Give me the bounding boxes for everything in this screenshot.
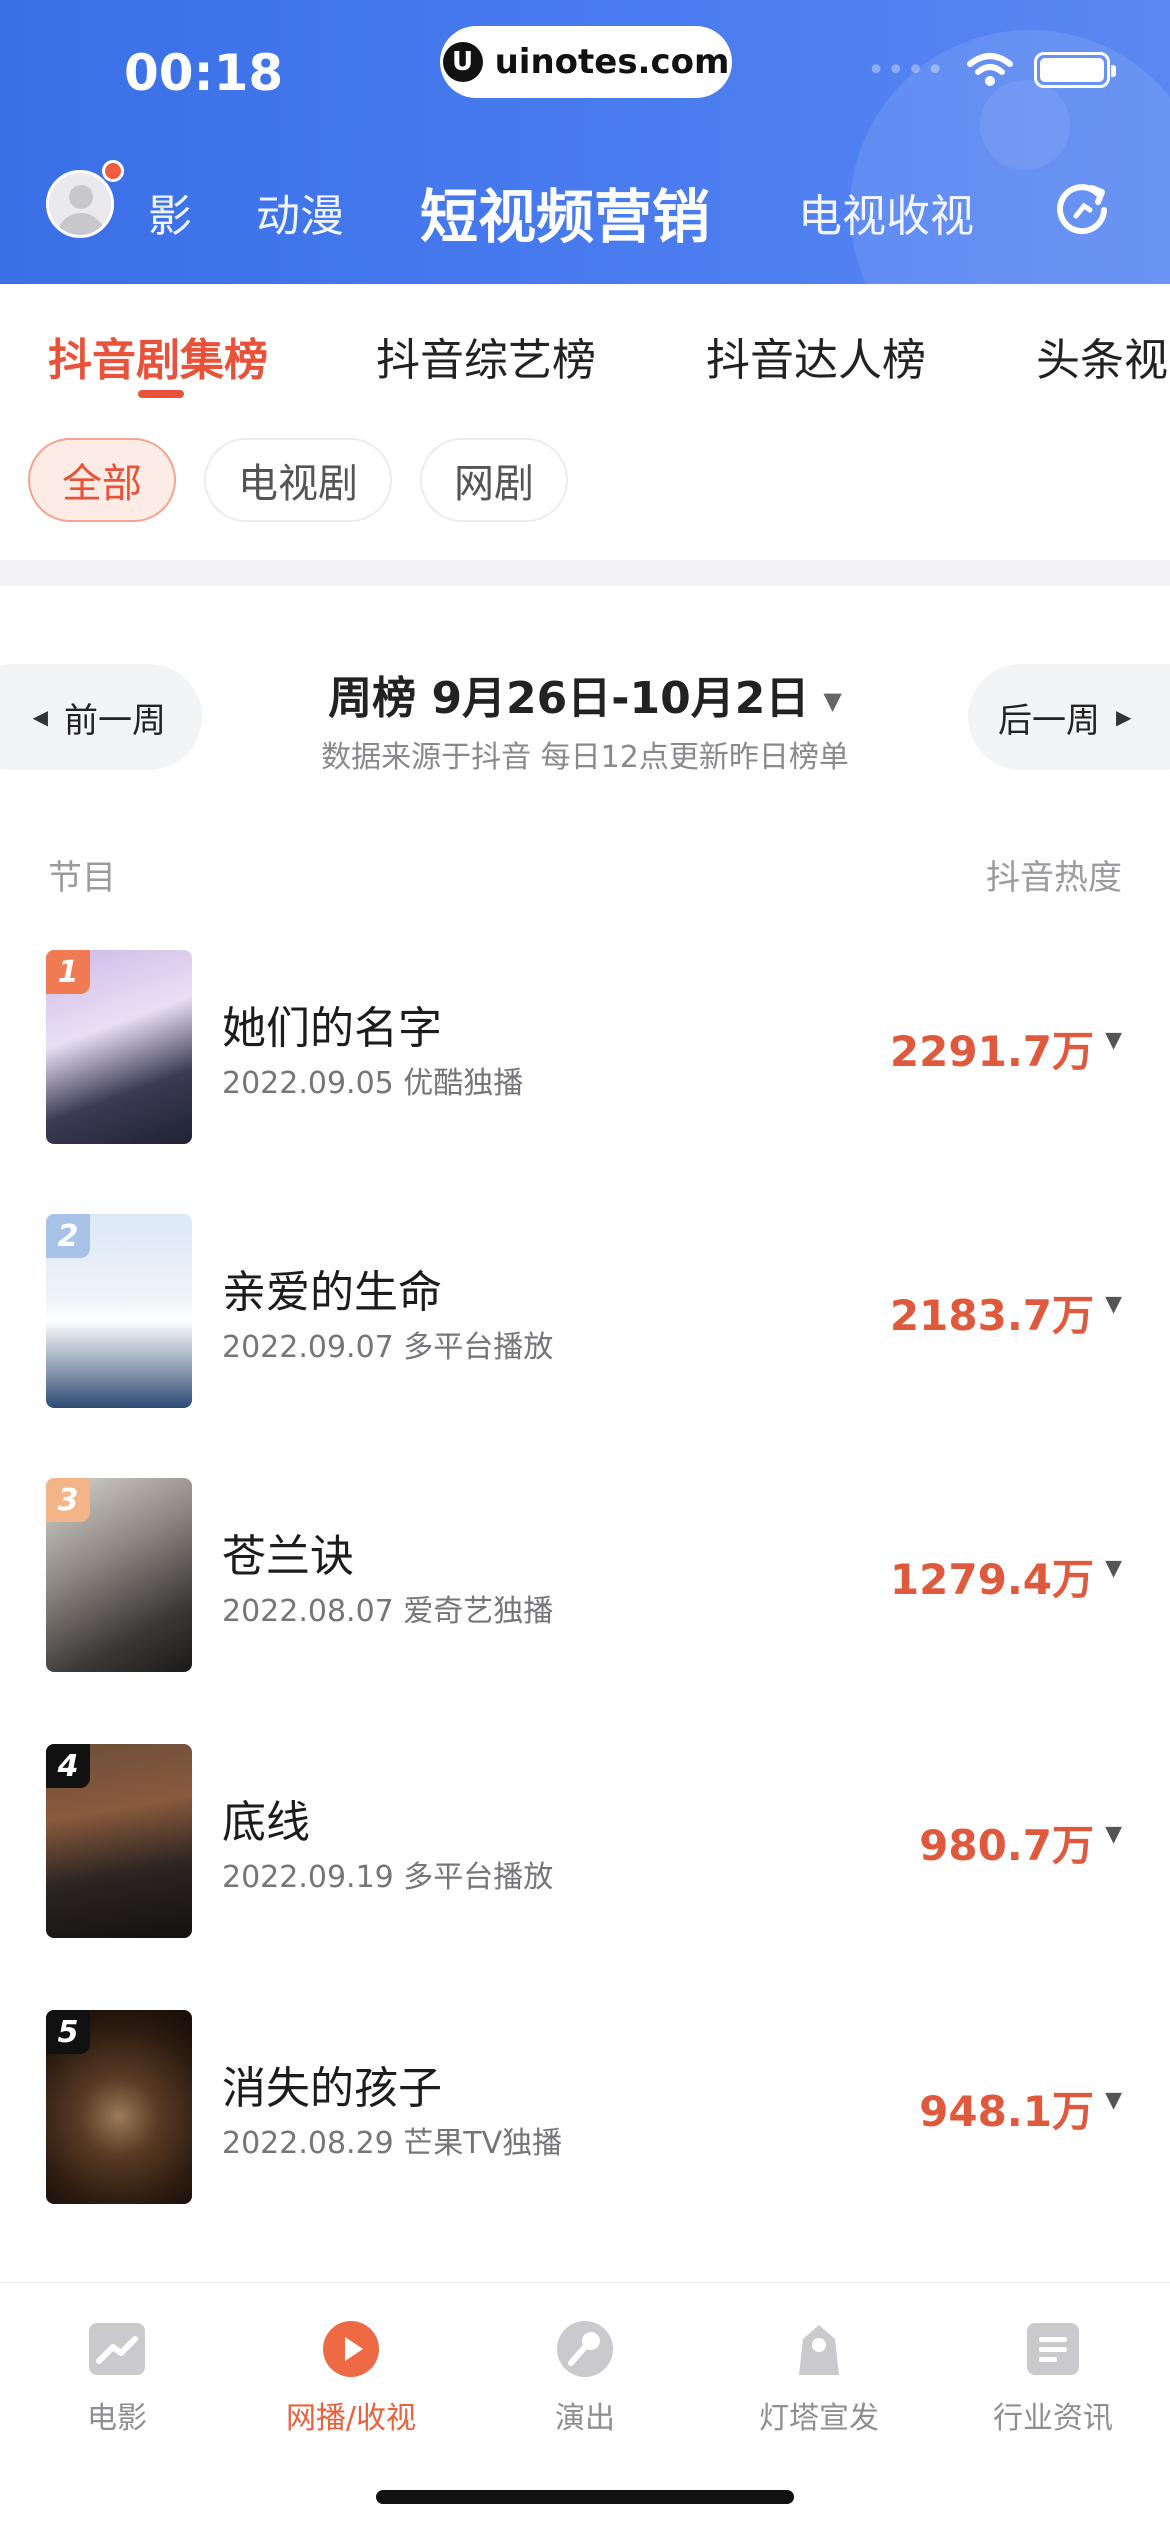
list-item[interactable]: 1 她们的名字 2022.09.05 优酷独播 2291.7万 ▼ (0, 950, 1170, 1214)
chip-web-series[interactable]: 网剧 (420, 438, 568, 522)
program-meta: 2022.08.29 芒果TV独播 (222, 2126, 563, 2161)
lighthouse-icon (799, 2325, 839, 2375)
bottom-tab-movie[interactable]: 电影 (0, 2319, 234, 2437)
url-text: uinotes.com (494, 42, 730, 82)
program-meta: 2022.09.07 多平台播放 (222, 1330, 554, 1365)
avatar[interactable] (46, 170, 114, 238)
film-reel-hole (980, 80, 1070, 170)
bottom-tab-label: 电影 (87, 2401, 147, 2436)
program-meta: 2022.09.05 优酷独播 (222, 1066, 524, 1101)
week-title-text: 周榜 9月26日-10月2日 (328, 673, 810, 724)
poster-image: 1 (46, 950, 192, 1144)
bottom-tab-label: 演出 (555, 2401, 615, 2436)
chip-tv-series[interactable]: 电视剧 (204, 438, 392, 522)
list-item[interactable]: 2 亲爱的生命 2022.09.07 多平台播放 2183.7万 ▼ (0, 1214, 1170, 1478)
news-icon (1027, 2323, 1079, 2375)
nav-item-short-video-marketing[interactable]: 短视频营销 (420, 170, 710, 254)
nav-item-film[interactable]: 影 (148, 180, 192, 244)
tab-douyin-variety[interactable]: 抖音综艺榜 (376, 324, 596, 388)
heat-value: 2183.7万 (889, 1291, 1094, 1340)
heat-value: 2291.7万 (889, 1027, 1094, 1076)
bottom-tab-shows[interactable]: 演出 (468, 2319, 702, 2437)
tab-douyin-drama[interactable]: 抖音剧集榜 (48, 324, 268, 388)
battery-icon (1034, 52, 1116, 88)
list-item[interactable]: 3 苍兰诀 2022.08.07 爱奇艺独播 1279.4万 ▼ (0, 1478, 1170, 1742)
wifi-icon (967, 53, 1013, 86)
heat-value: 948.1万 (919, 2087, 1094, 2136)
expand-caret-icon[interactable]: ▼ (1105, 1292, 1122, 1317)
chip-all[interactable]: 全部 (28, 438, 176, 522)
rank-badge: 4 (46, 1744, 90, 1788)
active-tab-indicator (138, 390, 184, 398)
program-meta: 2022.08.07 爱奇艺独播 (222, 1594, 554, 1629)
movie-chart-icon (89, 2323, 145, 2375)
poster-image: 4 (46, 1744, 192, 1938)
expand-caret-icon[interactable]: ▼ (1105, 2088, 1122, 2113)
poster-image: 5 (46, 2010, 192, 2204)
status-time: 00:18 (124, 44, 284, 102)
expand-caret-icon[interactable]: ▼ (1105, 1822, 1122, 1847)
bottom-tab-label: 灯塔宣发 (759, 2401, 879, 2436)
poster-image: 3 (46, 1478, 192, 1672)
rank-badge: 3 (46, 1478, 90, 1522)
caret-right-icon: ▶ (1116, 705, 1132, 729)
expand-caret-icon[interactable]: ▼ (1105, 1556, 1122, 1581)
program-title: 底线 (222, 1797, 310, 1848)
heat-value: 980.7万 (919, 1821, 1094, 1870)
filter-chips: 全部 电视剧 网剧 (28, 438, 568, 522)
program-title: 她们的名字 (222, 1003, 442, 1054)
program-title: 苍兰诀 (222, 1531, 354, 1582)
refresh-icon[interactable] (1054, 180, 1112, 238)
tab-douyin-influencer[interactable]: 抖音达人榜 (706, 324, 926, 388)
list-item[interactable]: 4 底线 2022.09.19 多平台播放 980.7万 ▼ (0, 1744, 1170, 2008)
bottom-tab-news[interactable]: 行业资讯 (936, 2319, 1170, 2437)
expand-caret-icon[interactable]: ▼ (1105, 1028, 1122, 1053)
chevron-down-icon: ▼ (823, 687, 842, 715)
program-title: 亲爱的生命 (222, 1267, 442, 1318)
notification-dot (102, 160, 124, 182)
rank-badge: 5 (46, 2010, 90, 2054)
nav-item-tv-ratings[interactable]: 电视收视 (798, 180, 974, 244)
status-indicators: •••• (867, 52, 1116, 88)
play-icon (323, 2321, 379, 2377)
rank-badge: 2 (46, 1214, 90, 1258)
url-pill: U uinotes.com (440, 26, 732, 98)
column-header-program: 节目 (48, 858, 116, 898)
next-week-label: 后一周 (998, 700, 1100, 741)
signal-icon: •••• (867, 52, 946, 88)
list-item[interactable]: 5 消失的孩子 2022.08.29 芒果TV独播 948.1万 ▼ (0, 2010, 1170, 2274)
nav-item-anime[interactable]: 动漫 (256, 180, 344, 244)
home-indicator (376, 2490, 794, 2504)
next-week-button[interactable]: 后一周 ▶ (968, 664, 1170, 770)
program-meta: 2022.09.19 多平台播放 (222, 1860, 554, 1895)
microphone-icon (557, 2321, 613, 2377)
program-title: 消失的孩子 (222, 2063, 442, 2114)
bottom-tab-streaming[interactable]: 网播/收视 (234, 2319, 468, 2437)
column-header-heat: 抖音热度 (986, 858, 1122, 898)
bottom-tab-label: 网播/收视 (285, 2401, 417, 2436)
app-header: 00:18 U uinotes.com •••• 影 动漫 短视频营销 电视收视 (0, 0, 1170, 284)
rank-badge: 1 (46, 950, 90, 994)
bottom-tab-lighthouse[interactable]: 灯塔宣发 (702, 2319, 936, 2437)
uinotes-logo-icon: U (442, 42, 483, 82)
category-tabs: 抖音剧集榜 抖音综艺榜 抖音达人榜 头条视 (0, 284, 1170, 414)
bottom-tab-label: 行业资讯 (993, 2401, 1113, 2436)
heat-value: 1279.4万 (889, 1555, 1094, 1604)
tab-toutiao-video[interactable]: 头条视 (1036, 324, 1168, 388)
poster-image: 2 (46, 1214, 192, 1408)
section-divider (0, 560, 1170, 586)
